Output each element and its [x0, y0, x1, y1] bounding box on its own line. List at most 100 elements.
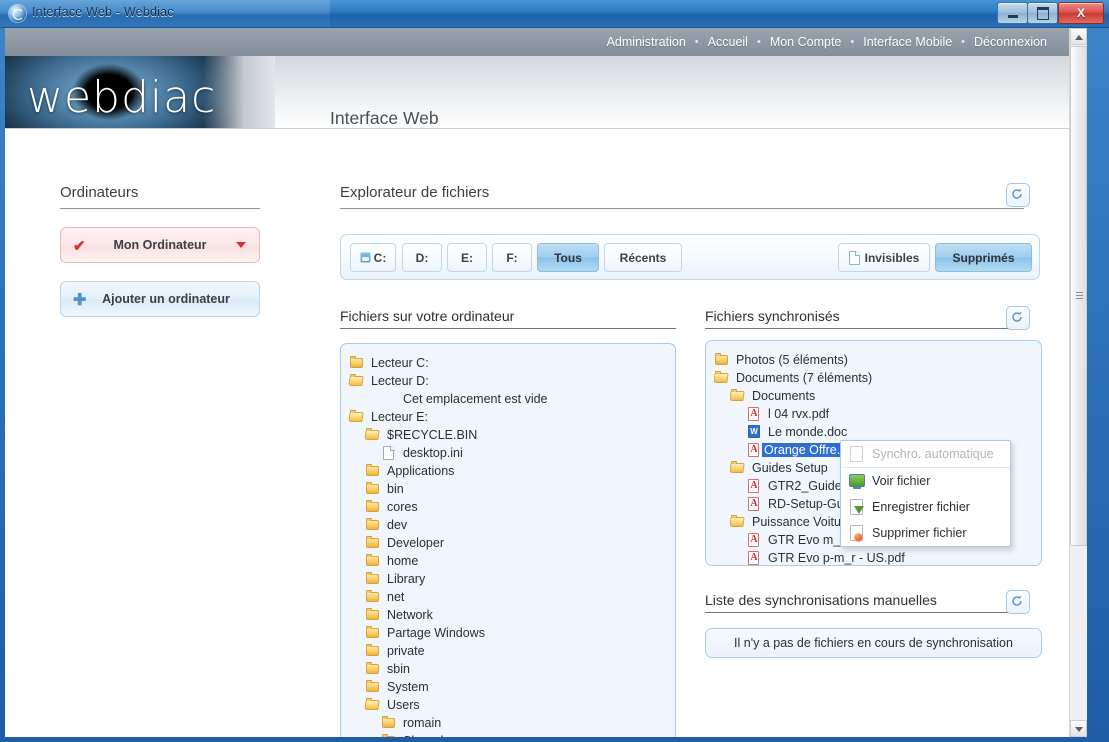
tree-row[interactable]: Applications [349, 462, 667, 480]
tree-row-label: romain [403, 716, 442, 730]
tree-row[interactable]: dev [349, 516, 667, 534]
nav-item-deconnexion[interactable]: Déconnexion [965, 35, 1056, 49]
chevron-down-icon[interactable] [236, 242, 246, 248]
scrollbar-thumb[interactable] [1070, 46, 1087, 546]
folder-icon [365, 554, 381, 568]
folder-icon [349, 356, 365, 370]
refresh-icon [1012, 311, 1022, 322]
tree-row-label: Cet emplacement est vide [403, 392, 548, 406]
folder-icon [365, 518, 381, 532]
pdf-icon [746, 443, 762, 457]
tree-row[interactable]: Documents [714, 387, 1033, 405]
file-icon [381, 446, 397, 460]
nav-item-mon-compte[interactable]: Mon Compte [761, 35, 851, 49]
folderopen-icon [349, 410, 365, 424]
vertical-scrollbar[interactable] [1069, 28, 1087, 737]
monitor-icon [847, 472, 867, 490]
tree-row-label: Library [387, 572, 426, 586]
tree-row[interactable]: Le monde.doc [714, 423, 1033, 441]
filter-invisibles-label: Invisibles [864, 250, 920, 265]
nav-item-accueil[interactable]: Accueil [699, 35, 757, 49]
tree-row-label: Lecteur E: [371, 410, 428, 424]
tree-row[interactable]: Shared [349, 732, 667, 737]
site-header: Administration • Accueil • Mon Compte • … [5, 28, 1070, 129]
add-computer-label: Ajouter un ordinateur [102, 292, 230, 306]
tree-row[interactable]: cores [349, 498, 667, 516]
tree-row[interactable]: Library [349, 570, 667, 588]
tree-row[interactable]: desktop.ini [349, 444, 667, 462]
context-menu-item[interactable]: Enregistrer fichier [841, 494, 1010, 520]
scroll-down-button[interactable] [1070, 720, 1087, 737]
tree-row[interactable]: sbin [349, 660, 667, 678]
tree-row[interactable]: private [349, 642, 667, 660]
tree-row[interactable]: Developer [349, 534, 667, 552]
maximize-button[interactable] [1027, 2, 1058, 24]
folderopen-icon [714, 371, 730, 385]
minimize-button[interactable] [997, 2, 1028, 24]
sidebar: Ordinateurs ✔ Mon Ordinateur ✚ Ajouter u… [60, 184, 260, 317]
save-icon [847, 498, 867, 516]
filter-button-recents[interactable]: Récents [604, 243, 682, 272]
tree-row[interactable]: Lecteur C: [349, 354, 667, 372]
local-file-tree[interactable]: Lecteur C: Lecteur D: Cet emplacement est … [340, 343, 676, 737]
refresh-manual-sync-button[interactable] [1006, 590, 1030, 614]
nav-item-interface-mobile[interactable]: Interface Mobile [854, 35, 961, 49]
tree-row[interactable]: romain [349, 714, 667, 732]
pdf-icon [746, 497, 762, 511]
tree-row[interactable]: GTR Evo p-m_r - US.pdf [714, 549, 1033, 565]
explorer-header: Explorateur de fichiers [340, 183, 1042, 214]
brand-logo[interactable]: webdiac [5, 56, 275, 128]
drive-f-label: F: [506, 250, 518, 265]
tree-row[interactable]: Documents (7 éléments) [714, 369, 1033, 387]
tree-row[interactable]: Network [349, 606, 667, 624]
tree-row[interactable]: bin [349, 480, 667, 498]
context-menu-item[interactable]: Supprimer fichier [841, 520, 1010, 546]
tree-row[interactable]: Cet emplacement est vide [349, 390, 667, 408]
drive-button-d[interactable]: D: [402, 243, 442, 272]
tree-row-label: dev [387, 518, 408, 532]
window-title: Interface Web - Webdiac [32, 5, 174, 19]
tree-row-label: home [387, 554, 419, 568]
tree-row[interactable]: home [349, 552, 667, 570]
tree-row-label: $RECYCLE.BIN [387, 428, 478, 442]
drive-button-f[interactable]: F: [492, 243, 532, 272]
tree-row[interactable]: System [349, 678, 667, 696]
context-menu-item-label: Synchro. automatique [872, 447, 994, 461]
sidebar-item-mon-ordinateur[interactable]: ✔ Mon Ordinateur [60, 227, 260, 263]
tree-row-label: Lecteur C: [371, 356, 429, 370]
drive-button-e[interactable]: E: [447, 243, 487, 272]
refresh-sync-button[interactable] [1006, 306, 1030, 330]
drive-button-c[interactable]: C: [350, 243, 396, 272]
add-computer-button[interactable]: ✚ Ajouter un ordinateur [60, 281, 260, 317]
application-window: Interface Web - Webdiac X Administration… [0, 0, 1109, 742]
tree-row[interactable]: Photos (5 éléments) [714, 351, 1033, 369]
tree-row-label: Documents [752, 389, 816, 403]
tree-row[interactable]: Partage Windows [349, 624, 667, 642]
filter-button-supprimes[interactable]: Supprimés [935, 243, 1032, 272]
refresh-explorer-button[interactable] [1006, 183, 1030, 207]
scroll-up-button[interactable] [1070, 28, 1087, 45]
tree-row[interactable]: Users [349, 696, 667, 714]
context-menu[interactable]: Synchro. automatique Voir fichier Enregist… [840, 440, 1011, 547]
tree-row-label: Guides Setup [752, 461, 828, 475]
nav-item-administration[interactable]: Administration [598, 35, 695, 49]
explorer-toolbar: C: D: E: F: Tous Récents Invisibles Supp… [340, 234, 1040, 280]
context-menu-item[interactable]: Voir fichier [841, 468, 1010, 494]
drive-e-label: E: [461, 250, 473, 265]
tree-row[interactable]: $RECYCLE.BIN [349, 426, 667, 444]
filter-button-tous[interactable]: Tous [537, 243, 599, 272]
filter-recents-label: Récents [619, 250, 667, 265]
tree-row-label: Developer [387, 536, 444, 550]
tree-row[interactable]: net [349, 588, 667, 606]
close-button[interactable]: X [1058, 2, 1104, 24]
folder-icon [365, 482, 381, 496]
folder-icon [381, 716, 397, 730]
tree-row-label: GTR Evo p-m_r - US.pdf [768, 551, 905, 565]
filter-button-invisibles[interactable]: Invisibles [838, 243, 930, 272]
tree-row[interactable]: Lecteur E: [349, 408, 667, 426]
context-menu-item: Synchro. automatique [841, 441, 1010, 468]
brand-logo-text: webdiac [27, 72, 217, 123]
tree-row[interactable]: Lecteur D: [349, 372, 667, 390]
tree-row[interactable]: l 04 rvx.pdf [714, 405, 1033, 423]
